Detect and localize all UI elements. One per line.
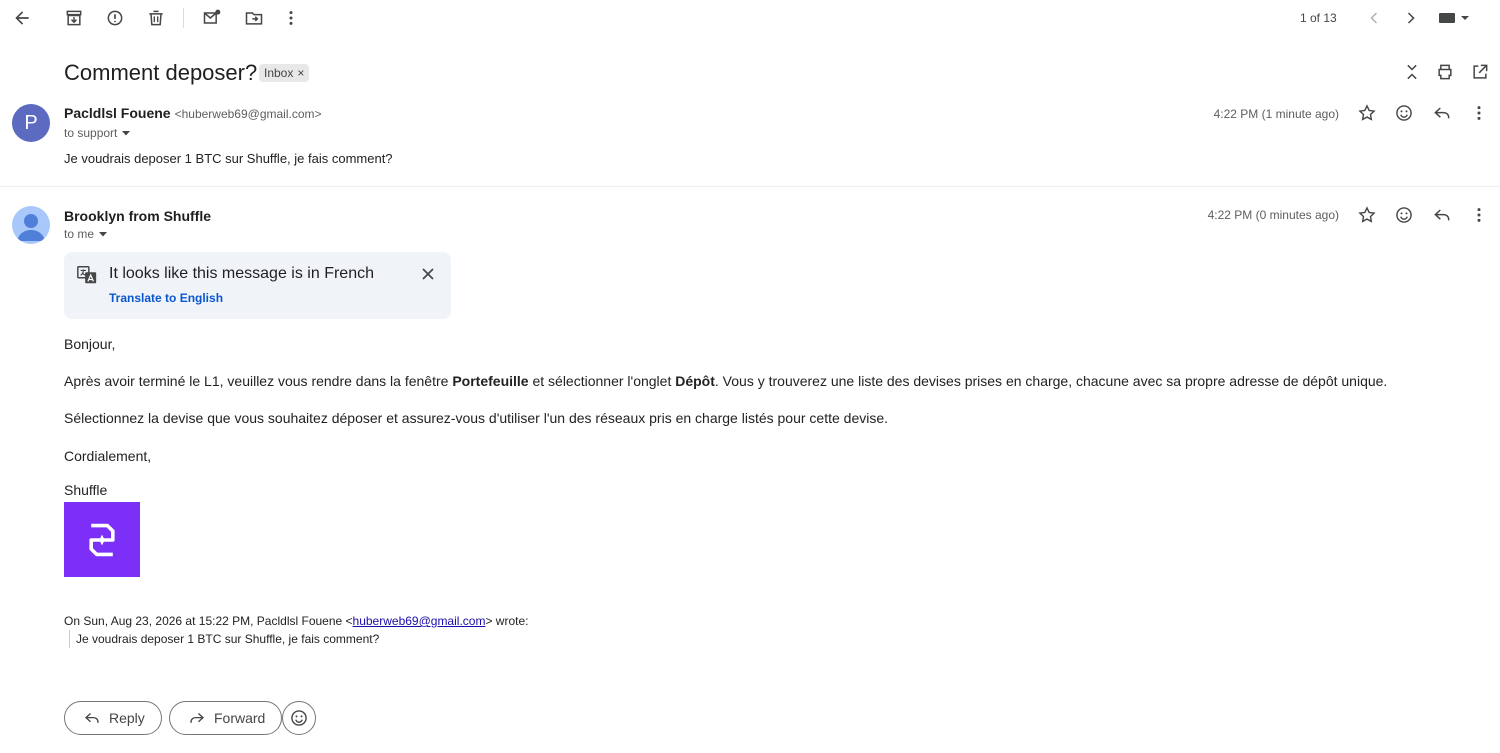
collapse-all-icon[interactable] — [1398, 58, 1426, 86]
chevron-right-icon[interactable] — [1397, 4, 1425, 32]
message2-recipients[interactable]: to me — [64, 227, 108, 241]
signature: Shuffle — [64, 482, 108, 498]
translate-icon — [77, 266, 97, 284]
p1-bold-wallet: Portefeuille — [452, 373, 529, 389]
archive-icon[interactable] — [60, 4, 88, 32]
label-remove-icon[interactable]: × — [297, 66, 304, 80]
greeting: Bonjour, — [64, 336, 116, 352]
to-text: to support — [64, 126, 118, 140]
sender-avatar[interactable]: P — [12, 104, 50, 142]
close-icon[interactable] — [414, 260, 442, 288]
translate-banner: It looks like this message is in French … — [64, 252, 451, 319]
forward-icon — [190, 713, 204, 723]
body-paragraph-1: Après avoir terminé le L1, veuillez vous… — [64, 373, 1387, 389]
star-icon[interactable] — [1353, 201, 1381, 229]
print-icon[interactable] — [1431, 58, 1459, 86]
reply-icon[interactable] — [1428, 99, 1456, 127]
quote-body: Je voudrais deposer 1 BTC sur Shuffle, j… — [76, 632, 380, 646]
emoji-react-icon[interactable] — [1390, 99, 1418, 127]
more-vert-icon[interactable] — [1465, 201, 1493, 229]
label-text: Inbox — [264, 66, 294, 80]
message-divider — [0, 186, 1500, 187]
quote-bar — [69, 630, 70, 648]
shuffle-logo — [64, 502, 140, 577]
email-subject: Comment deposer? — [64, 60, 258, 85]
pagination-text: 1 of 13 — [1300, 11, 1337, 25]
p1-text: Après avoir terminé le L1, veuillez vous… — [64, 373, 453, 389]
avatar-letter: P — [12, 104, 50, 142]
sender-avatar[interactable] — [12, 206, 50, 244]
inbox-label-chip[interactable]: Inbox × — [259, 64, 310, 82]
back-arrow-icon[interactable] — [8, 4, 36, 32]
forward-button[interactable]: Forward — [169, 701, 283, 735]
message1-recipients[interactable]: to support — [64, 126, 131, 140]
sender-name[interactable]: Pacldlsl Fouene — [64, 105, 171, 121]
quote-header-text: > wrote: — [485, 614, 529, 628]
shuffle-logo-icon — [89, 523, 115, 556]
star-icon[interactable] — [1353, 99, 1381, 127]
report-spam-icon[interactable] — [101, 4, 129, 32]
more-vert-icon[interactable] — [277, 4, 305, 32]
to-text: to me — [64, 227, 95, 241]
delete-icon[interactable] — [142, 4, 170, 32]
translate-link[interactable]: Translate to English — [109, 291, 223, 305]
move-to-icon[interactable] — [240, 4, 268, 32]
sender-name[interactable]: Brooklyn from Shuffle — [64, 208, 211, 224]
quote-header-text: On Sun, Aug 23, 2026 at 15:22 PM, Pacldl… — [64, 614, 353, 628]
p1-bold-deposit: Dépôt — [675, 373, 715, 389]
message1-body: Je voudrais deposer 1 BTC sur Shuffle, j… — [64, 151, 393, 166]
quote-header: On Sun, Aug 23, 2026 at 15:22 PM, Pacldl… — [64, 614, 528, 628]
emoji-react-icon[interactable] — [1390, 201, 1418, 229]
forward-label: Forward — [214, 710, 266, 726]
more-vert-icon[interactable] — [1465, 99, 1493, 127]
chevron-down-icon[interactable] — [121, 128, 131, 138]
reply-icon[interactable] — [1428, 201, 1456, 229]
quote-email-link[interactable]: huberweb69@gmail.com — [353, 614, 486, 628]
reply-label: Reply — [109, 710, 145, 726]
emoji-react-button[interactable] — [282, 701, 316, 735]
p1-text: . Vous y trouverez une liste des devises… — [714, 373, 1388, 389]
reply-icon — [85, 713, 99, 723]
toolbar-separator — [183, 8, 184, 28]
sender-email: <huberweb69@gmail.com> — [174, 107, 322, 121]
p1-text: et sélectionner l'onglet — [528, 373, 676, 389]
person-icon — [17, 214, 45, 241]
keyboard-input-icon[interactable] — [1434, 4, 1474, 32]
message1-sender: Pacldlsl Fouene <huberweb69@gmail.com> — [64, 105, 322, 121]
closing: Cordialement, — [64, 448, 152, 464]
reply-button[interactable]: Reply — [64, 701, 162, 735]
open-new-window-icon[interactable] — [1466, 58, 1494, 86]
emoji-icon — [291, 710, 307, 726]
mark-unread-icon[interactable] — [198, 4, 226, 32]
body-paragraph-2: Sélectionnez la devise que vous souhaite… — [64, 410, 889, 426]
chevron-left-icon[interactable] — [1360, 4, 1388, 32]
chevron-down-icon[interactable] — [98, 229, 108, 239]
message2-time: 4:22 PM (0 minutes ago) — [1207, 208, 1339, 222]
message1-time: 4:22 PM (1 minute ago) — [1213, 107, 1339, 121]
translate-title: It looks like this message is in French — [109, 265, 374, 282]
